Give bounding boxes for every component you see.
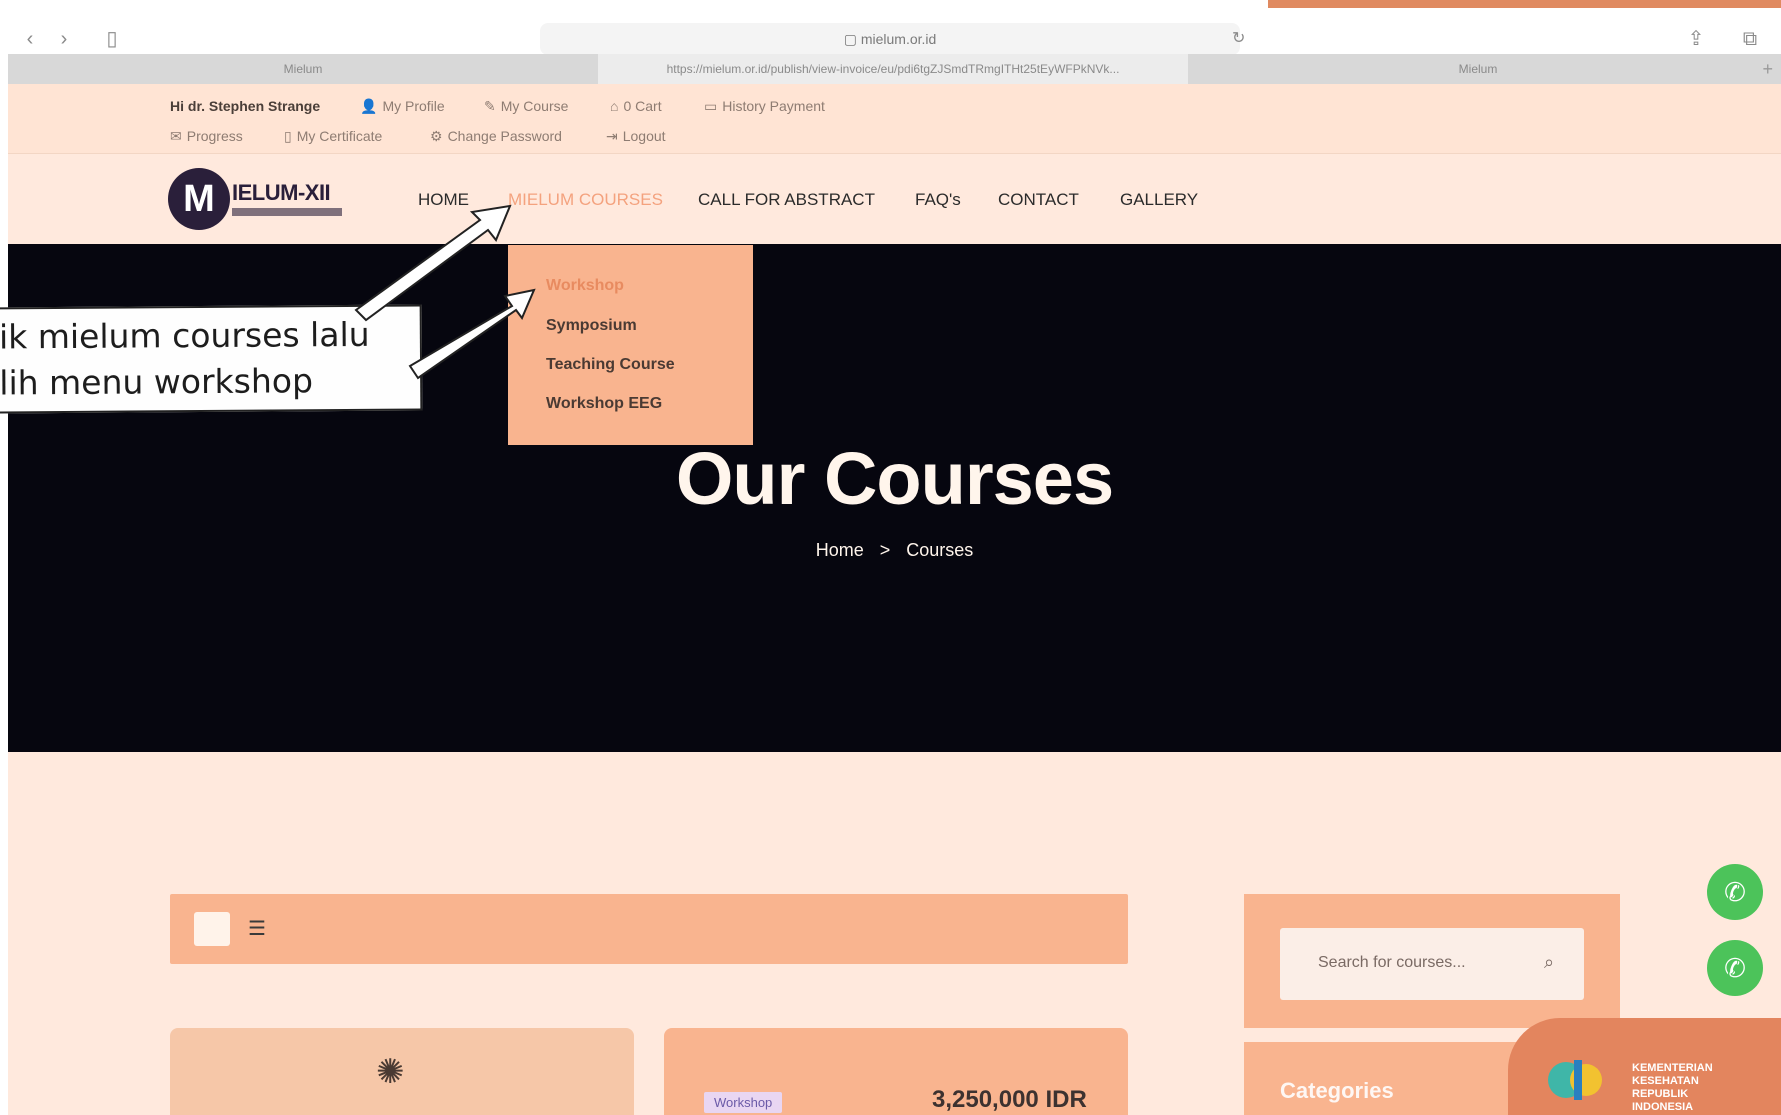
- arrow-to-workshop: [408, 288, 536, 380]
- arrow-to-courses: [354, 204, 512, 322]
- annotation-arrows: [354, 204, 536, 380]
